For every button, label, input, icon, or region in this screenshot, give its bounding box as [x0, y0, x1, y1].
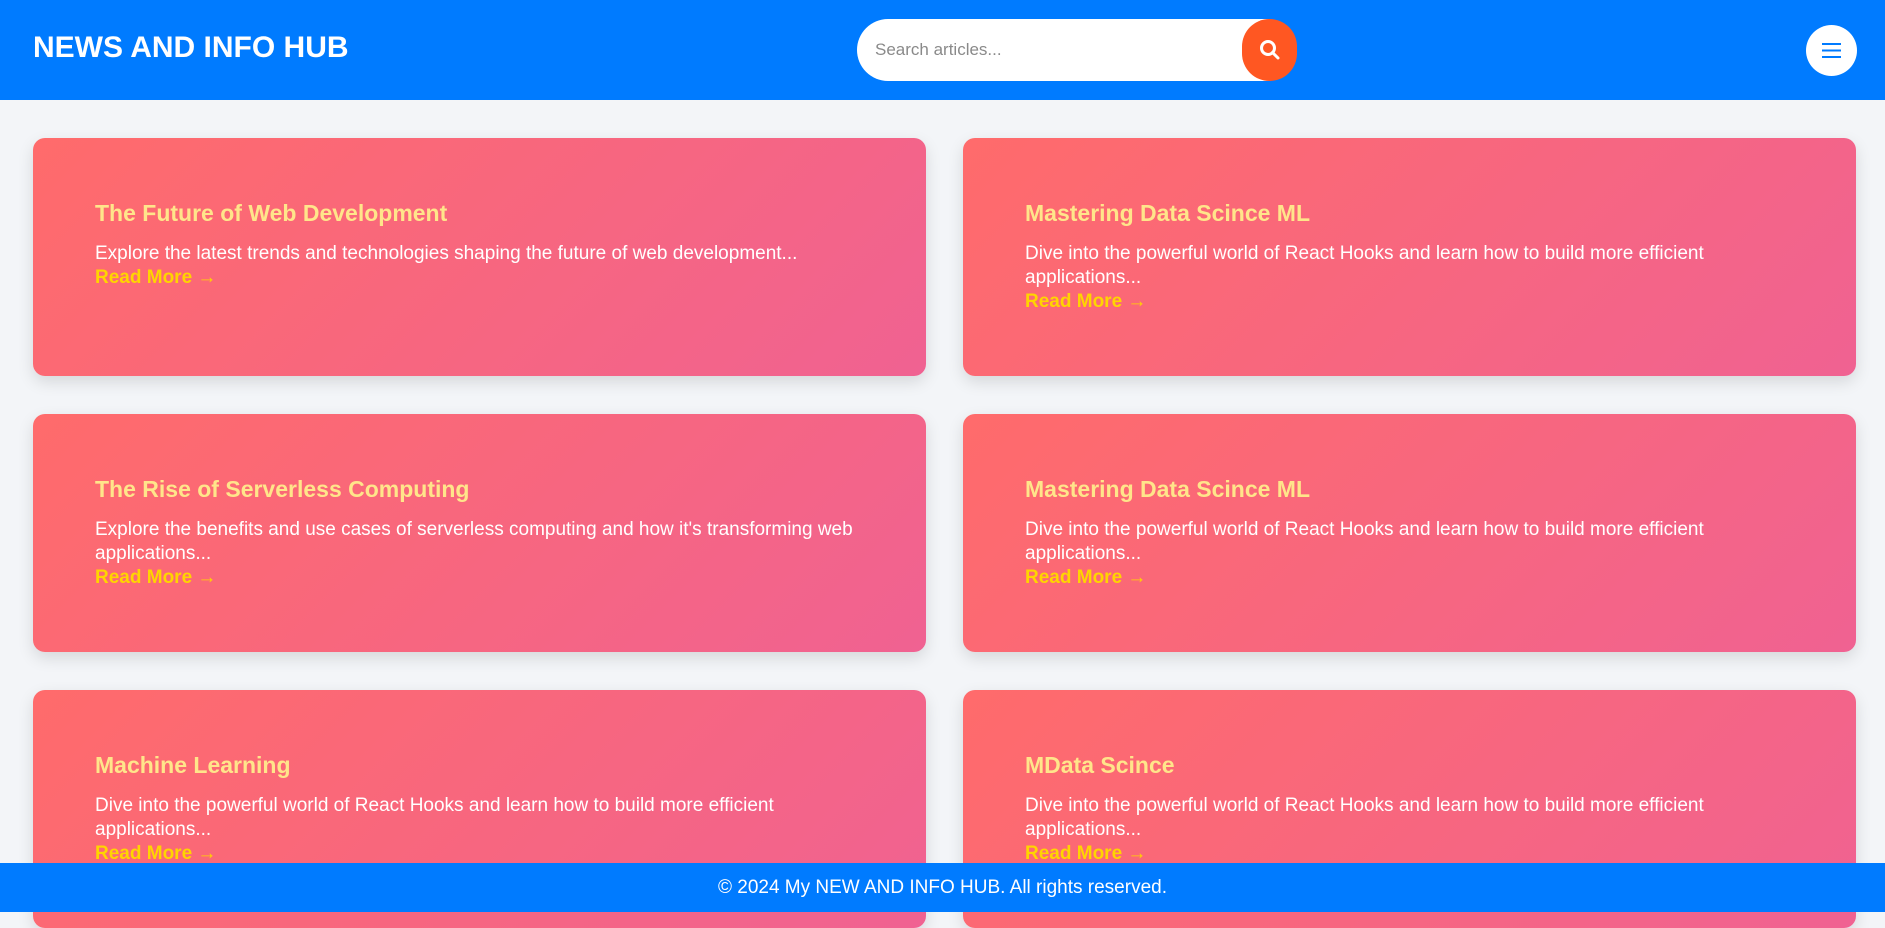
article-description: Dive into the powerful world of React Ho… [1025, 795, 1704, 840]
article-description: Dive into the powerful world of React Ho… [95, 795, 774, 840]
article-description: Explore the benefits and use cases of se… [95, 519, 853, 564]
search-button[interactable] [1242, 19, 1297, 81]
article-title: Mastering Data Scince ML [1025, 200, 1311, 226]
top-navbar: NEWS AND INFO HUB [0, 0, 1885, 100]
article-description: Dive into the powerful world of React Ho… [1025, 243, 1704, 288]
read-more-link[interactable]: Read More → [95, 266, 895, 290]
menu-button[interactable] [1806, 25, 1857, 76]
read-more-link[interactable]: Read More → [1025, 566, 1825, 590]
article-title: The Rise of Serverless Computing [95, 476, 470, 502]
article-title: The Future of Web Development [95, 200, 448, 226]
article-title: Machine Learning [95, 752, 291, 778]
article-title: Mastering Data Scince ML [1025, 476, 1311, 502]
search-input[interactable] [875, 19, 1235, 81]
footer: © 2024 My NEW AND INFO HUB. All rights r… [0, 863, 1885, 912]
read-more-link[interactable]: Read More → [95, 566, 895, 590]
footer-copyright: © 2024 My NEW AND INFO HUB. All rights r… [717, 877, 1167, 898]
article-description: Explore the latest trends and technologi… [95, 243, 798, 264]
site-title[interactable]: NEWS AND INFO HUB [33, 31, 349, 65]
search-icon [1260, 40, 1280, 60]
article-description: Dive into the powerful world of React Ho… [1025, 519, 1704, 564]
article-card[interactable]: The Future of Web Development Explore th… [33, 138, 926, 376]
article-title: MData Scince [1025, 752, 1175, 778]
hamburger-menu-icon [1822, 43, 1841, 58]
article-card[interactable]: The Rise of Serverless Computing Explore… [33, 414, 926, 652]
article-card[interactable]: Mastering Data Scince ML Dive into the p… [963, 138, 1856, 376]
search-bar [857, 19, 1297, 81]
article-card[interactable]: Mastering Data Scince ML Dive into the p… [963, 414, 1856, 652]
read-more-link[interactable]: Read More → [1025, 290, 1825, 314]
